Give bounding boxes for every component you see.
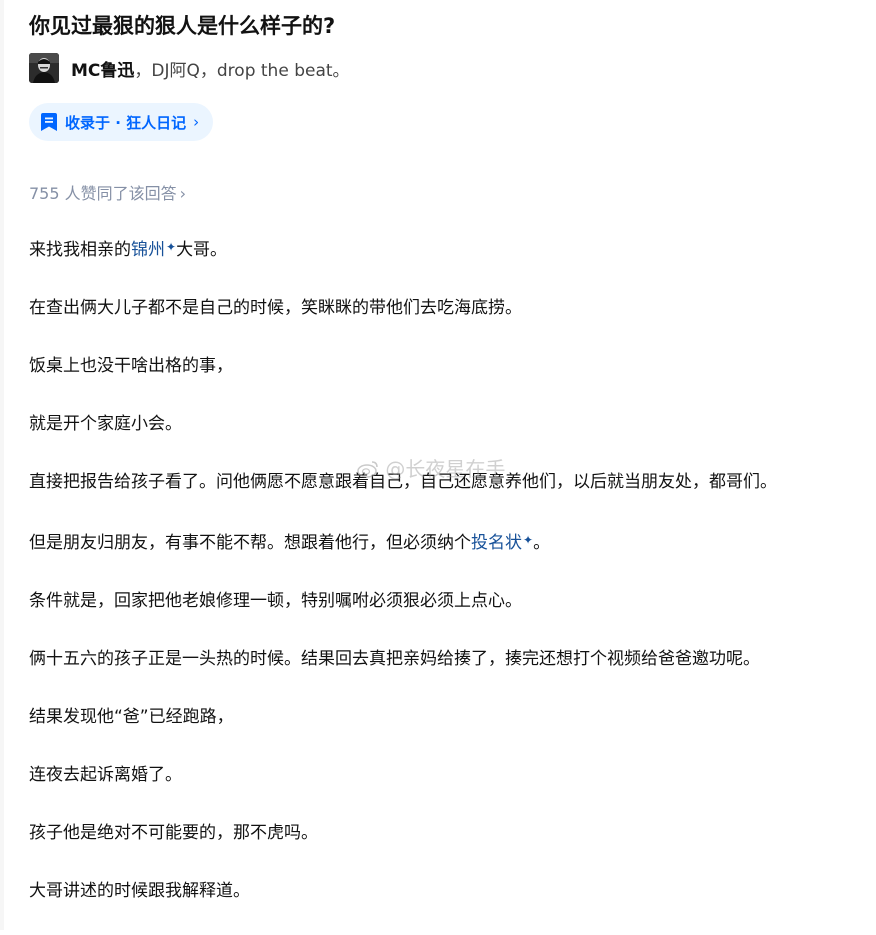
- author-separator: ，: [134, 60, 152, 81]
- bookmark-icon: [41, 113, 57, 131]
- paragraph: 俩十五六的孩子正是一头热的时候。结果回去真把亲妈给揍了，揍完还想打个视频给爸爸邀…: [29, 649, 760, 669]
- paragraph: 来找我相亲的锦州✦大哥。: [29, 240, 228, 260]
- paragraph: 饭桌上也没干啥出格的事，: [29, 356, 233, 376]
- paragraph: 条件就是，回家把他老娘修理一顿，特别嘱咐必须狠必须上点心。: [29, 591, 522, 611]
- paragraph: 在查出俩大儿子都不是自己的时候，笑眯眯的带他们去吃海底捞。: [29, 298, 522, 318]
- keyword-link-toumingzhuang[interactable]: 投名状✦: [471, 533, 533, 553]
- sparkle-icon: ✦: [166, 240, 177, 254]
- author-name[interactable]: MC鲁迅: [71, 56, 134, 81]
- answer-page: 你见过最狠的狠人是什么样子的? MC鲁迅 ， DJ阿Q，drop the bea…: [0, 0, 876, 930]
- sparkle-icon: ✦: [523, 533, 534, 547]
- paragraph: 大哥讲述的时候跟我解释道。: [29, 881, 250, 901]
- question-title[interactable]: 你见过最狠的狠人是什么样子的?: [29, 11, 335, 41]
- paragraph: 结果发现他“爸”已经跑路，: [29, 707, 234, 727]
- vote-count-link[interactable]: 755 人赞同了该回答 ›: [29, 180, 186, 204]
- collection-tag[interactable]: 收录于 · 狂人日记 ›: [29, 103, 214, 141]
- vote-count: 755 人赞同了该回答: [29, 184, 177, 203]
- avatar[interactable]: [29, 53, 59, 83]
- paragraph: 但是朋友归朋友，有事不能不帮。想跟着他行，但必须纳个投名状✦。: [29, 533, 551, 553]
- watermark-text: @长夜星在手: [385, 457, 506, 481]
- author-row: MC鲁迅 ， DJ阿Q，drop the beat。: [29, 53, 350, 83]
- watermark: @长夜星在手: [357, 453, 505, 482]
- paragraph: 连夜去起诉离婚了。: [29, 765, 182, 785]
- weibo-icon: [357, 457, 385, 481]
- paragraph: 就是开个家庭小会。: [29, 414, 182, 434]
- chevron-right-icon: ›: [179, 184, 187, 203]
- answer-body: 来找我相亲的锦州✦大哥。 在查出俩大儿子都不是自己的时候，笑眯眯的带他们去吃海底…: [29, 233, 849, 935]
- keyword-link-jinzhou[interactable]: 锦州✦: [131, 240, 176, 260]
- chevron-right-icon: ›: [193, 113, 200, 131]
- author-bio: DJ阿Q，drop the beat。: [151, 60, 350, 81]
- collection-label: 收录于 · 狂人日记: [65, 113, 187, 132]
- paragraph: 孩子他是绝对不可能要的，那不虎吗。: [29, 823, 318, 843]
- left-divider: [0, 0, 4, 930]
